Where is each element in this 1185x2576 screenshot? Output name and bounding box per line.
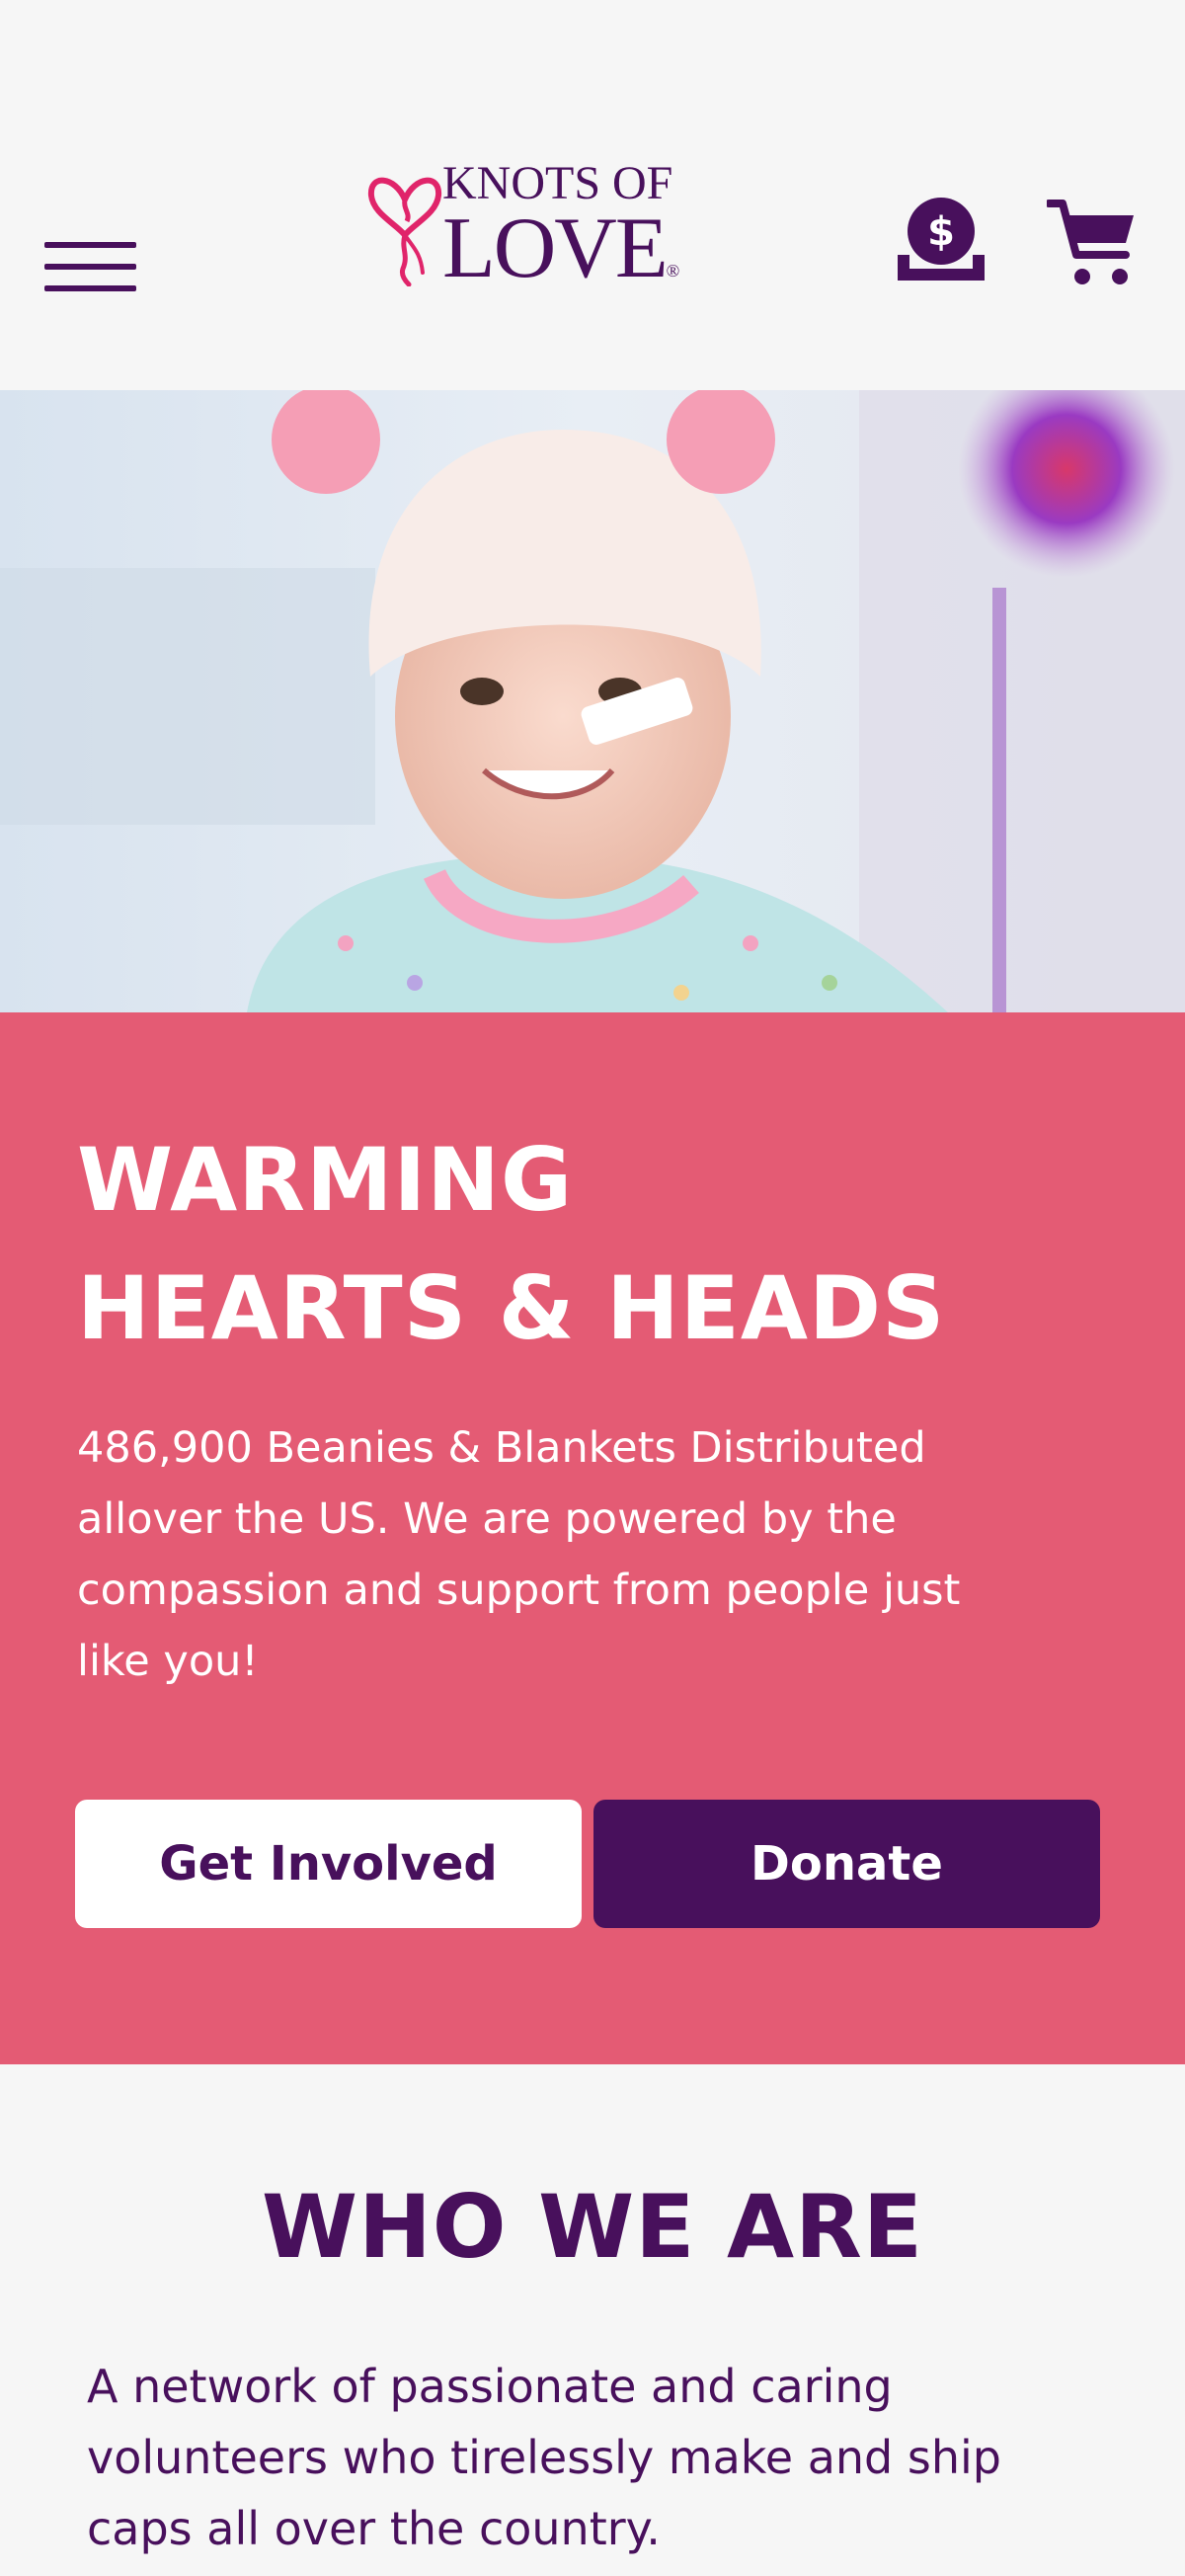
donate-button[interactable]: Donate [593,1800,1100,1928]
shopping-cart-icon[interactable] [1047,198,1140,288]
hero-title: WARMING HEARTS & HEADS [77,1116,1114,1373]
hero-image [0,390,1185,1012]
svg-text:$: $ [927,209,955,255]
hero-description: 486,900 Beanies & Blankets Distributed a… [77,1423,961,1686]
hamburger-menu-icon[interactable] [44,242,136,291]
child-photo [0,390,1185,1012]
hero-title-line-1: WARMING [77,1129,574,1231]
who-we-are-text: A network of passionate and caring volun… [87,2360,1001,2555]
heart-ribbon-icon [367,177,442,286]
logo-text-bottom: LOVE® [442,201,679,296]
site-header: KNOTS OF LOVE® $ [0,0,1185,390]
who-we-are-title: WHO WE ARE [262,2176,923,2278]
knots-of-love-logo[interactable]: KNOTS OF LOVE® [365,158,731,296]
donate-dollar-icon[interactable]: $ [894,194,988,284]
hero-panel: WARMING HEARTS & HEADS 486,900 Beanies &… [0,1012,1185,2064]
hero-title-line-2: HEARTS & HEADS [77,1257,946,1359]
get-involved-button[interactable]: Get Involved [75,1800,582,1928]
